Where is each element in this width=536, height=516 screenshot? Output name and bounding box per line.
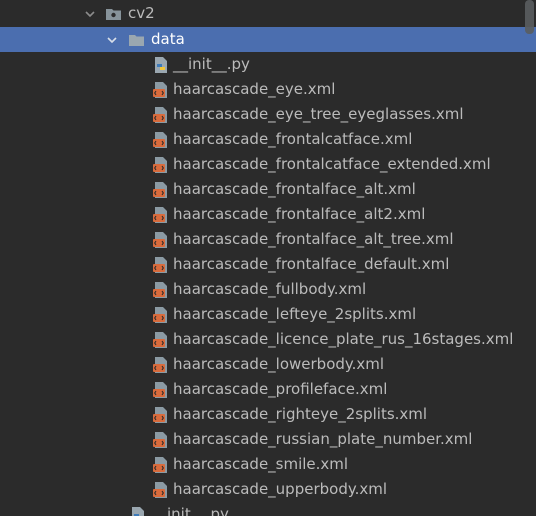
tree-label-file: haarcascade_russian_plate_number.xml	[173, 430, 473, 448]
tree-label-data: data	[151, 30, 185, 48]
tree-row-file[interactable]: haarcascade_licence_plate_rus_16stages.x…	[0, 327, 536, 352]
xml-file-icon	[152, 256, 170, 274]
tree-row-file[interactable]: haarcascade_eye_tree_eyeglasses.xml	[0, 102, 536, 127]
tree-label-file: haarcascade_frontalface_alt2.xml	[173, 205, 426, 223]
tree-row-file[interactable]: haarcascade_frontalcatface_extended.xml	[0, 152, 536, 177]
tree-label-file: haarcascade_frontalcatface_extended.xml	[173, 155, 491, 173]
tree-label-file: haarcascade_smile.xml	[173, 455, 349, 473]
tree-row-file[interactable]: haarcascade_lowerbody.xml	[0, 352, 536, 377]
tree-row-file[interactable]: haarcascade_profileface.xml	[0, 377, 536, 402]
tree-label-file: haarcascade_lefteye_2splits.xml	[173, 305, 417, 323]
project-tree[interactable]: cv2 data __init__.py haarcascade_eye.xmlh…	[0, 0, 536, 516]
tree-label-file: haarcascade_fullbody.xml	[173, 280, 367, 298]
xml-file-icon	[152, 206, 170, 224]
xml-file-icon	[152, 281, 170, 299]
tree-row-file[interactable]: haarcascade_righteye_2splits.xml	[0, 402, 536, 427]
xml-file-icon	[152, 356, 170, 374]
tree-label-file: haarcascade_righteye_2splits.xml	[173, 405, 428, 423]
tree-label-cv2-init: __init__.py	[152, 505, 229, 516]
tree-label-cv2: cv2	[128, 4, 155, 22]
tree-row-file[interactable]: haarcascade_frontalface_alt_tree.xml	[0, 227, 536, 252]
tree-label-file: haarcascade_frontalface_default.xml	[173, 255, 450, 273]
xml-file-icon	[152, 481, 170, 499]
xml-file-icon	[152, 431, 170, 449]
xml-file-icon	[152, 106, 170, 124]
xml-file-icon	[152, 306, 170, 324]
xml-file-icon	[152, 181, 170, 199]
folder-icon	[128, 31, 146, 49]
xml-file-icon	[152, 156, 170, 174]
chevron-down-icon[interactable]	[106, 34, 118, 46]
tree-row-file[interactable]: __init__.py	[0, 52, 536, 77]
tree-label-file: haarcascade_frontalcatface.xml	[173, 130, 413, 148]
tree-row-cv2-init[interactable]: __init__.py	[0, 502, 536, 516]
tree-row-cv2[interactable]: cv2	[0, 1, 536, 26]
vertical-scrollbar[interactable]	[525, 0, 534, 34]
tree-row-file[interactable]: haarcascade_lefteye_2splits.xml	[0, 302, 536, 327]
package-folder-icon	[105, 5, 123, 23]
xml-file-icon	[152, 456, 170, 474]
python-file-icon	[152, 56, 170, 74]
tree-label-file: haarcascade_profileface.xml	[173, 380, 388, 398]
tree-row-file[interactable]: haarcascade_russian_plate_number.xml	[0, 427, 536, 452]
xml-file-icon	[152, 231, 170, 249]
tree-row-file[interactable]: haarcascade_eye.xml	[0, 77, 536, 102]
tree-row-file[interactable]: haarcascade_fullbody.xml	[0, 277, 536, 302]
tree-label-file: __init__.py	[173, 55, 250, 73]
chevron-down-icon[interactable]	[84, 8, 96, 20]
tree-row-file[interactable]: haarcascade_smile.xml	[0, 452, 536, 477]
tree-row-file[interactable]: haarcascade_frontalcatface.xml	[0, 127, 536, 152]
xml-file-icon	[152, 81, 170, 99]
tree-label-file: haarcascade_licence_plate_rus_16stages.x…	[173, 330, 514, 348]
tree-label-file: haarcascade_frontalface_alt_tree.xml	[173, 230, 454, 248]
xml-file-icon	[152, 381, 170, 399]
tree-row-file[interactable]: haarcascade_frontalface_alt2.xml	[0, 202, 536, 227]
tree-row-data[interactable]: data	[0, 27, 536, 52]
tree-label-file: haarcascade_eye_tree_eyeglasses.xml	[173, 105, 464, 123]
tree-label-file: haarcascade_upperbody.xml	[173, 480, 387, 498]
tree-row-file[interactable]: haarcascade_upperbody.xml	[0, 477, 536, 502]
tree-label-file: haarcascade_lowerbody.xml	[173, 355, 385, 373]
tree-label-file: haarcascade_frontalface_alt.xml	[173, 180, 416, 198]
tree-row-file[interactable]: haarcascade_frontalface_default.xml	[0, 252, 536, 277]
tree-row-file[interactable]: haarcascade_frontalface_alt.xml	[0, 177, 536, 202]
xml-file-icon	[152, 406, 170, 424]
xml-file-icon	[152, 331, 170, 349]
python-file-icon	[129, 506, 147, 516]
tree-label-file: haarcascade_eye.xml	[173, 80, 336, 98]
xml-file-icon	[152, 131, 170, 149]
